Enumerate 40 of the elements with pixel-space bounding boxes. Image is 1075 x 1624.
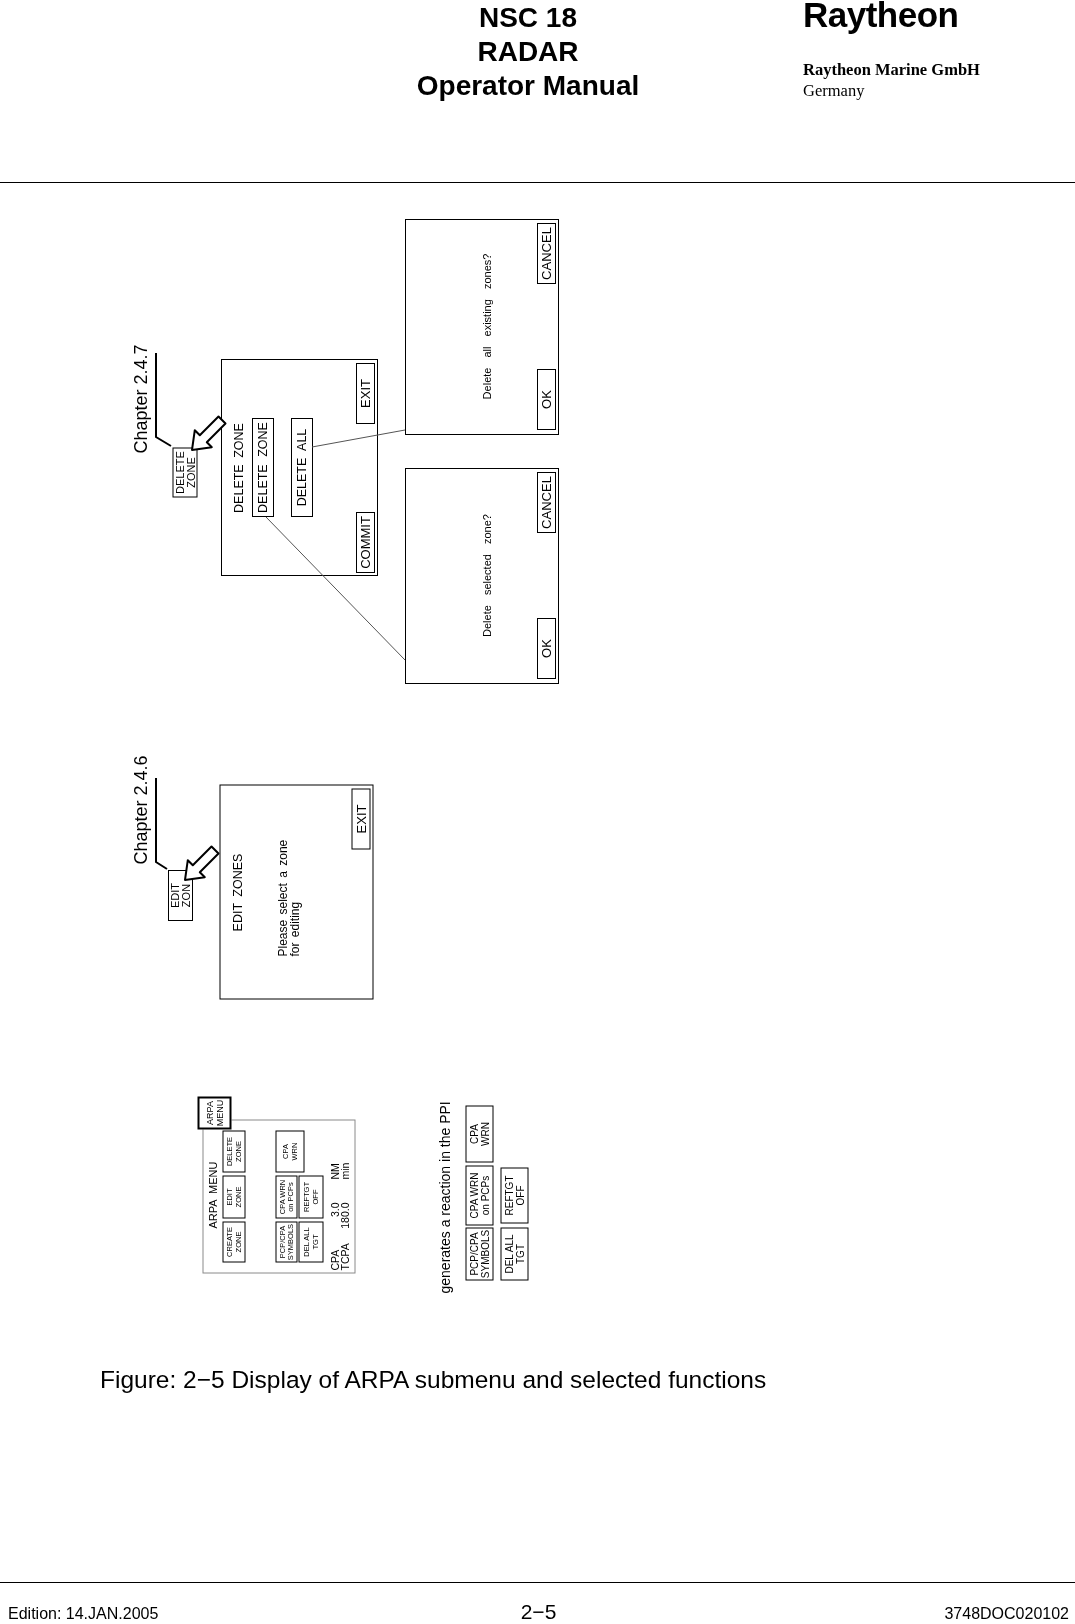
readout-value: 3.0 [329, 1202, 339, 1217]
softkey-button[interactable]: CPA WRN on PCPs [465, 1165, 493, 1225]
dialog-button[interactable]: CANCEL [537, 472, 556, 533]
menu-option-button[interactable]: DELETE ZONE [252, 418, 274, 517]
chapter-label: Chapter 2.4.7 [131, 343, 151, 455]
chapter-label: Chapter 2.4.6 [131, 754, 151, 866]
document-number: 3748DOC020102 [944, 1604, 1069, 1624]
readout-unit: min [339, 1162, 349, 1179]
softkey-button[interactable]: ARPA MENU [197, 1096, 231, 1129]
figure-caption: Figure: 2−5 Display of ARPA submenu and selected functions [100, 1366, 767, 1394]
country-name: Germany [803, 80, 865, 101]
softkey-button[interactable]: DEL ALL TGT [500, 1227, 528, 1280]
company-logo: Raytheon [803, 0, 959, 33]
readout-value: 180.0 [339, 1202, 349, 1229]
menu-button[interactable]: COMMIT [356, 512, 375, 573]
readout-label: CPA [329, 1249, 339, 1270]
company-name: Raytheon Marine GmbH [803, 59, 980, 80]
dialog-button[interactable]: CANCEL [537, 223, 556, 284]
menu-title: ARPA MENU [206, 1161, 218, 1228]
menu-button[interactable]: EXIT [356, 363, 375, 424]
dialog-message: Delete selected zone? [480, 514, 494, 637]
document-title: NSC 18 RADAR Operator Manual [416, 1, 640, 103]
dialog-message: Delete all existing zones? [480, 253, 494, 400]
note-text: generates a reaction in the PPI [437, 1100, 451, 1293]
softkey-button[interactable]: PCP/CPA SYMBOLS [465, 1227, 493, 1280]
menu-title: DELETE ZONE [232, 423, 246, 513]
softkey-button[interactable]: REFTGT OFF [500, 1167, 528, 1223]
menu-option-button[interactable]: DELETE ALL [291, 418, 313, 517]
dialog-button[interactable]: OK [537, 618, 556, 679]
softkey-button[interactable]: EDIT ZON [168, 870, 193, 921]
menu-message: Please select a zone for editing [276, 839, 300, 956]
page-number: 2−5 [520, 1601, 557, 1623]
edition-date: Edition: 14.JAN.2005 [8, 1604, 159, 1624]
readout-unit: NM [329, 1162, 339, 1179]
menu-title: EDIT ZONES [230, 853, 244, 931]
dialog-button[interactable]: OK [537, 369, 556, 430]
menu-button[interactable]: EXIT [351, 788, 370, 849]
softkey-button[interactable]: DELETE ZONE [172, 447, 197, 497]
readout-label: TCPA [339, 1242, 349, 1270]
softkey-button[interactable]: CPA WRN [465, 1105, 493, 1162]
